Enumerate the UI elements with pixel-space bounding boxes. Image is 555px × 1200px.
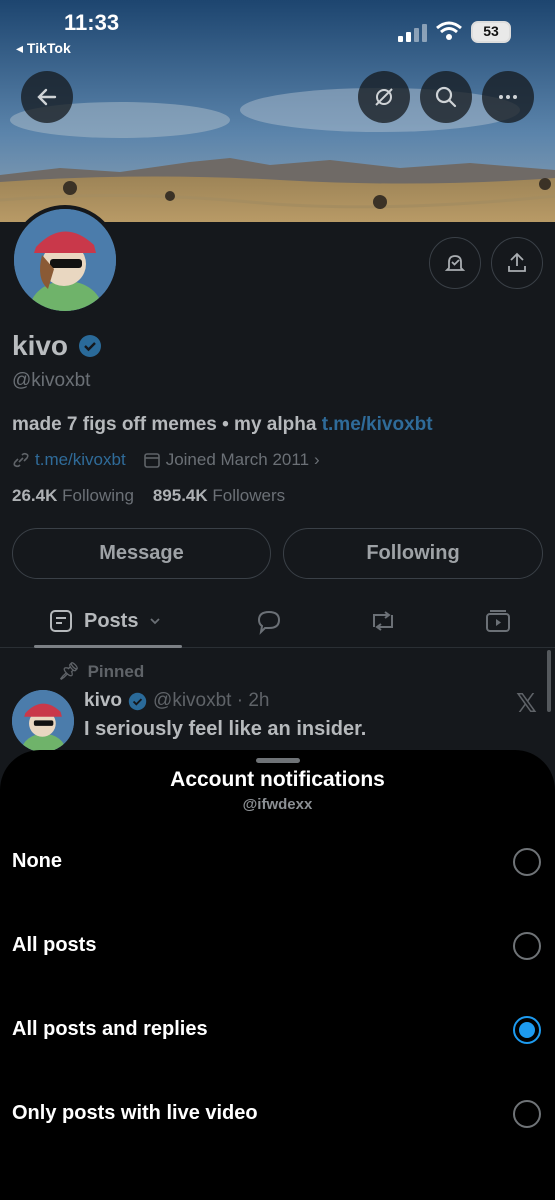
- profile-handle: @kivoxbt: [12, 370, 91, 391]
- following-count: 26.4K: [12, 486, 58, 505]
- signal-icon: [398, 22, 430, 42]
- back-to-app-link[interactable]: ◂ TikTok: [16, 40, 71, 57]
- profile-bio: made 7 figs off memes • my alpha t.me/ki…: [12, 414, 433, 436]
- radio-button-selected[interactable]: [513, 1016, 541, 1044]
- pinned-label: Pinned: [87, 662, 145, 681]
- option-all-posts[interactable]: All posts: [0, 916, 555, 976]
- scrollbar[interactable]: [547, 650, 551, 712]
- message-button[interactable]: Message: [12, 528, 271, 579]
- back-app-label[interactable]: TikTok: [27, 40, 71, 56]
- followers-count: 895.4K: [152, 486, 208, 505]
- radio-button[interactable]: [513, 1100, 541, 1128]
- post-avatar[interactable]: [12, 690, 74, 752]
- option-live-video[interactable]: Only posts with live video: [0, 1084, 555, 1144]
- sheet-title: Account notifications: [170, 768, 385, 791]
- grok-icon: [375, 88, 393, 106]
- option-label: Only posts with live video: [12, 1102, 258, 1124]
- grok-button[interactable]: [358, 71, 410, 123]
- posts-icon: [50, 610, 72, 632]
- following-label: Following: [62, 486, 134, 505]
- sheet-grabber[interactable]: [256, 758, 300, 763]
- share-icon: [508, 252, 526, 272]
- post-header: kivo @kivoxbt · 2h: [84, 690, 269, 712]
- post-text[interactable]: I seriously feel like an insider.: [84, 718, 366, 741]
- verified-badge-icon[interactable]: [78, 334, 102, 358]
- option-all-posts-and-replies[interactable]: All posts and replies: [0, 1000, 555, 1060]
- option-label: All posts: [12, 934, 97, 956]
- joined-date: Joined March 2011: [165, 450, 310, 469]
- bell-check-icon: [444, 255, 466, 271]
- active-tab-indicator: [34, 645, 182, 648]
- post-verified-badge-icon: [128, 692, 147, 710]
- clock: 11:33: [64, 10, 120, 35]
- profile-tabs: Posts: [0, 594, 555, 648]
- avatar-image: [14, 209, 116, 311]
- following-stat[interactable]: 26.4K Following: [12, 486, 134, 505]
- more-dots-icon: [499, 95, 517, 99]
- post-author[interactable]: kivo: [84, 690, 122, 712]
- notifications-button[interactable]: [429, 237, 481, 289]
- share-button[interactable]: [491, 237, 543, 289]
- option-label: None: [12, 850, 62, 872]
- chevron-right-icon[interactable]: ›: [314, 450, 320, 470]
- avatar[interactable]: [10, 205, 120, 315]
- calendar-icon: [143, 453, 160, 468]
- repost-icon: [373, 611, 393, 631]
- radio-button[interactable]: [513, 848, 541, 876]
- website-link[interactable]: t.me/kivoxbt: [35, 450, 126, 470]
- more-button[interactable]: [482, 71, 534, 123]
- media-icon: [486, 610, 510, 632]
- post-avatar-image: [12, 690, 74, 752]
- profile-name: kivo: [12, 330, 69, 361]
- account-notifications-sheet: Account notifications @ifwdexx None All …: [0, 750, 555, 1200]
- bio-link[interactable]: t.me/kivoxbt: [322, 414, 433, 435]
- arrow-left-icon: [37, 88, 57, 106]
- chevron-down-icon: [150, 618, 161, 625]
- tab-posts[interactable]: Posts: [34, 594, 182, 648]
- x-logo-icon: 𝕏: [516, 688, 537, 718]
- tab-media[interactable]: [481, 604, 515, 638]
- search-button[interactable]: [420, 71, 472, 123]
- battery-indicator: 53: [471, 21, 511, 43]
- back-button[interactable]: [21, 71, 73, 123]
- pin-icon: 📌︎: [58, 662, 80, 681]
- following-button[interactable]: Following: [283, 528, 543, 579]
- status-bar: 11:33 ◂ TikTok 53: [0, 0, 555, 60]
- link-icon: [13, 452, 29, 468]
- tab-replies[interactable]: [252, 604, 286, 638]
- radio-button[interactable]: [513, 932, 541, 960]
- option-label: All posts and replies: [12, 1018, 208, 1040]
- profile-meta: t.me/kivoxbt Joined March 2011 ›: [12, 450, 320, 470]
- followers-label: Followers: [212, 486, 286, 505]
- search-icon: [435, 86, 457, 108]
- post-handle-time: @kivoxbt · 2h: [153, 690, 270, 711]
- wifi-icon: [436, 21, 462, 40]
- tab-posts-label: Posts: [84, 609, 139, 632]
- followers-stat[interactable]: 895.4K Followers: [153, 486, 285, 505]
- tab-reposts[interactable]: [366, 604, 400, 638]
- option-none[interactable]: None: [0, 832, 555, 892]
- profile-stats: 26.4K Following 895.4K Followers: [12, 486, 285, 506]
- reply-bubble-icon: [257, 610, 281, 635]
- sheet-subtitle: @ifwdexx: [242, 796, 313, 813]
- pinned-indicator: 📌︎ Pinned: [58, 662, 144, 682]
- bio-text: made 7 figs off memes • my alpha: [12, 414, 322, 435]
